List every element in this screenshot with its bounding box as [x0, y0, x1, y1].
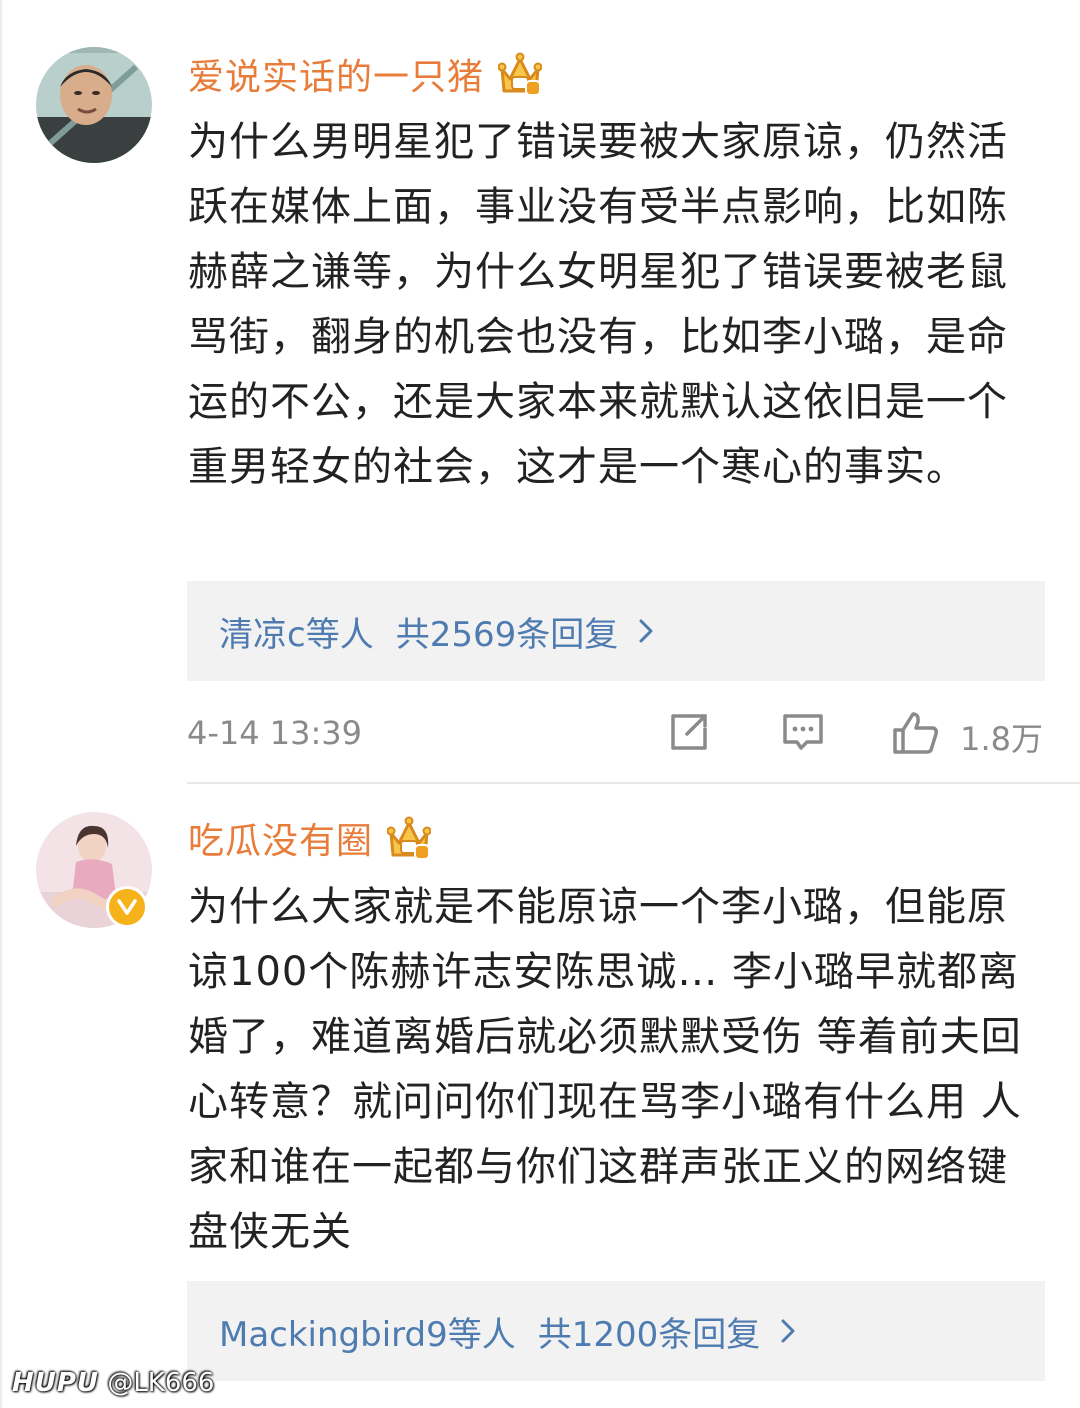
avatar-image	[36, 47, 152, 163]
watermark-brand: HUPU	[12, 1368, 100, 1398]
watermark-user: @LK666	[107, 1368, 215, 1398]
username-row: 爱说实话的一只猪	[188, 46, 543, 102]
replies-link[interactable]: Mackingbird9等人 共1200条回复	[187, 1281, 1045, 1381]
username-row: 吃瓜没有圈	[188, 810, 432, 866]
reply-names: Mackingbird9等人	[219, 1314, 516, 1355]
like-count: 1.8万	[960, 720, 1043, 758]
verified-icon	[106, 886, 148, 928]
chevron-right-icon	[781, 1319, 795, 1343]
comment-text: 为什么男明星犯了错误要被大家原谅，仍然活跃在媒体上面，事业没有受半点影响，比如陈…	[188, 119, 1008, 490]
replies-link[interactable]: 清凉c等人 共2569条回复	[187, 581, 1045, 681]
left-edge-rule	[0, 0, 2, 1408]
avatar[interactable]	[36, 47, 152, 163]
reply-names: 清凉c等人	[219, 614, 374, 655]
comment-text: 为什么大家就是不能原谅一个李小璐，但能原谅100个陈赫许志安陈思诚… 李小璐早就…	[188, 884, 1022, 1255]
reply-count: 共1200条回复	[537, 1314, 761, 1355]
meta-row: 4-14 13:39 1.8万	[187, 710, 1045, 760]
crown-badge-icon	[387, 816, 432, 860]
chevron-right-icon	[639, 619, 653, 643]
comment-icon[interactable]	[781, 710, 825, 754]
timestamp: 4-14 13:39	[187, 714, 363, 752]
share-icon[interactable]	[667, 710, 711, 754]
comment-divider	[187, 782, 1080, 784]
watermark: HUPU @LK666	[12, 1368, 214, 1398]
username[interactable]: 爱说实话的一只猪	[188, 48, 484, 100]
crown-badge-icon	[498, 52, 543, 96]
username[interactable]: 吃瓜没有圈	[188, 812, 373, 864]
reply-count: 共2569条回复	[395, 614, 619, 655]
like-icon[interactable]	[891, 710, 941, 756]
